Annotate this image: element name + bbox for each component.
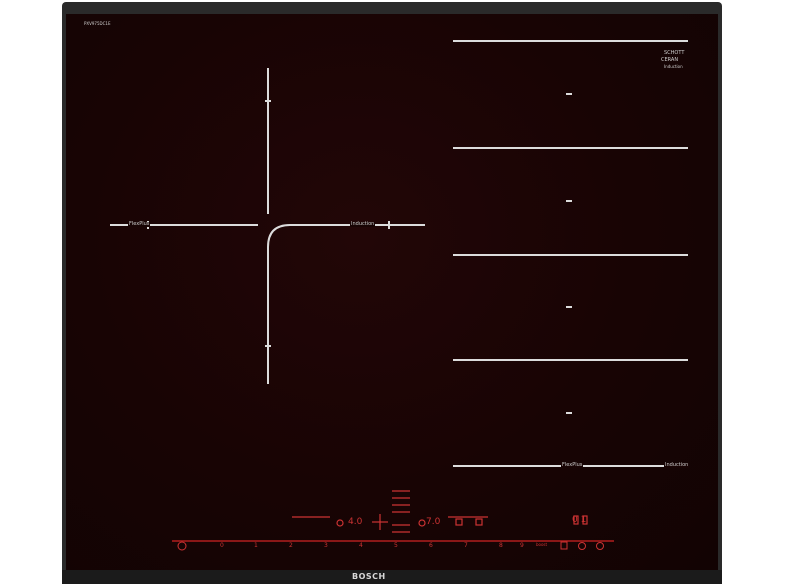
grid-icon — [475, 518, 483, 526]
wipe-icon — [560, 541, 568, 550]
control-panel-graphics — [172, 490, 614, 551]
scale-1[interactable]: 1 — [254, 543, 258, 549]
scale-3[interactable]: 3 — [324, 543, 328, 549]
timer-icon-right — [596, 542, 604, 550]
square-icon — [455, 518, 463, 526]
scale-8[interactable]: 8 — [499, 543, 503, 549]
clock-icon — [418, 519, 426, 527]
timer-icon — [336, 519, 344, 527]
center-display: 7.0 — [426, 517, 441, 527]
scale-7[interactable]: 7 — [464, 543, 468, 549]
scale-9[interactable]: 9 — [520, 543, 524, 549]
right-display: 0 1 — [572, 515, 587, 525]
power-icon — [177, 541, 187, 551]
scale-2[interactable]: 2 — [289, 543, 293, 549]
scale-5[interactable]: 5 — [394, 543, 398, 549]
scale-4[interactable]: 4 — [359, 543, 363, 549]
brand-logo: BOSCH — [352, 572, 386, 581]
lock-icon — [578, 542, 586, 550]
left-display: 4.0 — [348, 517, 363, 527]
scale-0[interactable]: 0 — [220, 543, 224, 549]
scale-6[interactable]: 6 — [429, 543, 433, 549]
scale-boost[interactable]: boost — [536, 543, 547, 547]
